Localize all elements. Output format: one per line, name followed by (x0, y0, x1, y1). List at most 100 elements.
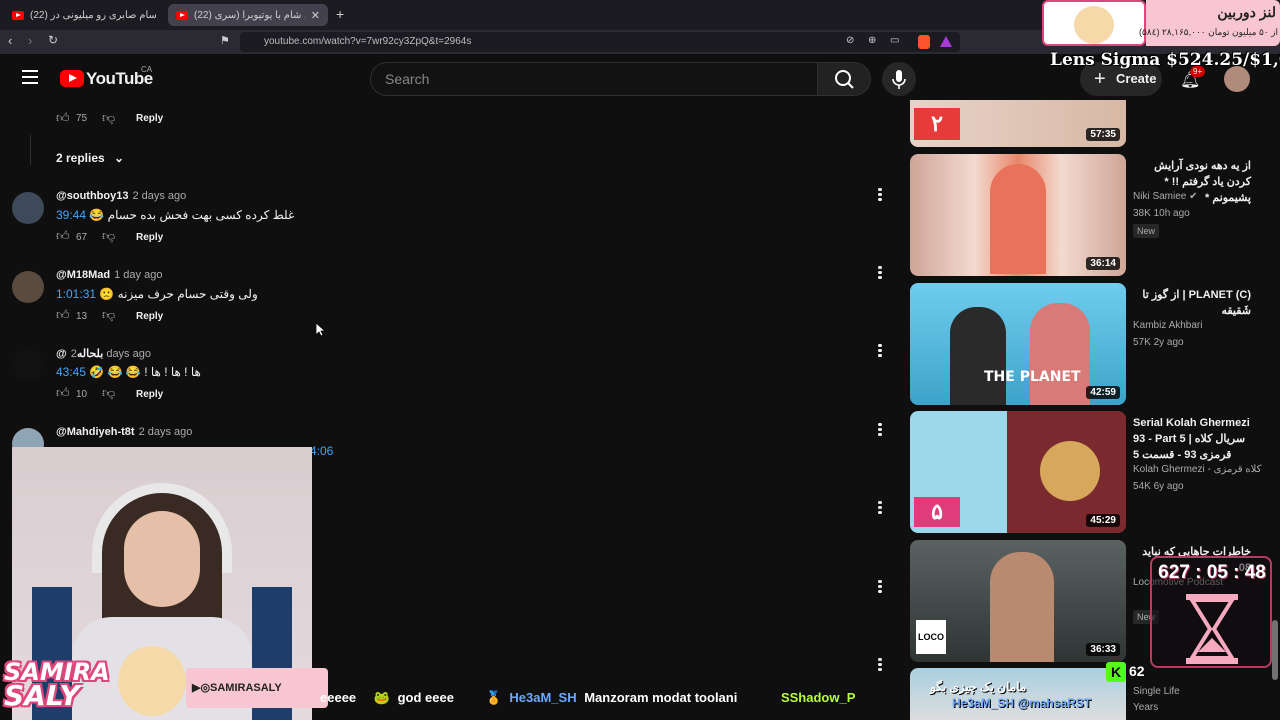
timestamp-link[interactable]: 43:45 (56, 365, 86, 379)
video-thumbnail[interactable]: LOCO 36:33 (910, 540, 1126, 662)
video-title[interactable]: Serial Kolah Ghermezi 93 - Part 5 | سریا… (1133, 415, 1251, 463)
social-handle: SAMIRASALY (210, 682, 282, 694)
video-duration: 36:14 (1086, 257, 1120, 270)
comment-age[interactable]: 1 day ago (114, 269, 162, 281)
reply-button[interactable]: Reply (136, 232, 163, 243)
dislike-icon[interactable]: 👎︎ (102, 385, 115, 401)
reply-button[interactable]: Reply (136, 113, 163, 124)
mascot-avatar (118, 646, 186, 716)
comment-author[interactable]: @بلحاله (56, 348, 103, 360)
thumbnail-figure (1030, 303, 1090, 405)
subathon-timer: 627 : 05 : 48 (1150, 556, 1272, 668)
video-card[interactable]: ۲ 57:35 (910, 100, 1270, 147)
avatar[interactable] (12, 349, 44, 381)
video-meta: 38K 10h ago (1133, 208, 1190, 219)
more-actions-icon[interactable] (874, 186, 886, 204)
video-meta: 54K 6y ago (1133, 481, 1184, 492)
comment-author[interactable]: @M18Mad (56, 269, 110, 281)
comment-age[interactable]: 2 days ago (132, 190, 186, 202)
more-actions-icon[interactable] (874, 656, 886, 674)
more-actions-icon[interactable] (874, 578, 886, 596)
scrollbar[interactable] (1272, 100, 1278, 720)
goal-progress-text: (۵۸٤) ۲۸,۱۶۵,۰۰۰ از ۵۰ میلیون تومان (1138, 27, 1278, 37)
dislike-icon[interactable]: 👎︎ (102, 307, 115, 323)
more-actions-icon[interactable] (874, 499, 886, 517)
zoom-icon[interactable]: ⊕ (868, 35, 876, 46)
comment-age[interactable]: 2 days ago (139, 426, 193, 438)
dislike-icon[interactable]: 👎︎ (102, 110, 115, 126)
like-icon[interactable]: 👍︎ (56, 110, 70, 126)
video-channel[interactable]: Single Life (1133, 686, 1180, 697)
search-icon (835, 70, 854, 89)
like-icon[interactable]: 👍︎ (56, 307, 70, 323)
brave-shield-icon[interactable] (918, 35, 930, 49)
mute-icon[interactable]: ⊘ (846, 35, 854, 46)
reply-button[interactable]: Reply (136, 389, 163, 400)
more-actions-icon[interactable] (874, 421, 886, 439)
comment-text: ولی وقتی حسام حرف میزنه 🙁 (99, 287, 258, 301)
video-thumbnail[interactable] (910, 668, 1126, 720)
search-input[interactable]: Search (370, 62, 818, 96)
video-duration: 42:59 (1086, 386, 1120, 399)
video-channel[interactable]: Niki Samiee ✔ (1133, 191, 1198, 202)
timestamp-link[interactable]: 4:06 (310, 444, 333, 458)
chevron-down-icon: ⌄ (114, 151, 125, 165)
bookmark-icon[interactable]: ⚑ (220, 34, 230, 47)
like-icon[interactable]: 👍︎ (56, 228, 70, 244)
video-thumbnail[interactable]: 36:14 (910, 154, 1126, 276)
comment-author[interactable]: @southboy13 (56, 190, 128, 202)
close-tab-icon[interactable]: ✕ (311, 9, 320, 22)
video-card[interactable]: 36:14 از یه دهه نودی آرایش کردن یاد گرفت… (910, 154, 1270, 276)
comment-author[interactable]: @Mahdiyeh-t8t (56, 426, 135, 438)
video-duration: 45:29 (1086, 514, 1120, 527)
replies-toggle-button[interactable]: 2 replies ⌄ (56, 151, 124, 165)
dislike-icon[interactable]: 👎︎ (102, 228, 115, 244)
reply-button[interactable]: Reply (136, 311, 163, 322)
avatar[interactable] (12, 192, 44, 224)
rewards-icon[interactable] (940, 36, 952, 47)
scrollbar-thumb[interactable] (1272, 620, 1278, 680)
menu-icon[interactable] (22, 70, 38, 84)
sigma-goal-text: Lens Sigma $524.25/$1,000 (1050, 50, 1280, 70)
thumbnail-number: ۲ (914, 108, 960, 140)
headphones-icon (92, 483, 232, 573)
more-actions-icon[interactable] (874, 342, 886, 360)
comment-actions: 👍︎ 75 👎︎ Reply (56, 110, 356, 130)
thumbnail-figure (950, 307, 1006, 405)
screen-icon[interactable]: ▭ (890, 35, 899, 46)
mascot-face (1074, 6, 1114, 44)
video-card[interactable]: ۵ 45:29 Serial Kolah Ghermezi 93 - Part … (910, 411, 1270, 533)
video-title[interactable]: PLANET (C) | از گوز تا شَقیقه (1133, 287, 1251, 319)
video-duration: 36:33 (1086, 643, 1120, 656)
video-thumbnail[interactable]: THE PLANET 42:59 (910, 283, 1126, 405)
video-card[interactable]: Single Life Years (910, 668, 1270, 720)
thread-line (30, 135, 31, 165)
like-count: 75 (76, 113, 88, 124)
search-button[interactable] (817, 62, 871, 96)
timestamp-link[interactable]: 39:44 (56, 208, 86, 222)
browser-tab[interactable]: (22) بیگرموگ سام صابری رو میلیونی در (4, 4, 164, 26)
region-code: CA (141, 65, 153, 74)
back-button[interactable]: ‹ (8, 33, 12, 48)
comment-text: غلط کرده کسی بهت فحش بده حسام 😂 (89, 208, 295, 222)
youtube-favicon-icon (12, 10, 24, 20)
video-thumbnail[interactable]: ۲ 57:35 (910, 100, 1126, 147)
forward-button[interactable]: › (28, 33, 32, 48)
browser-tab-active[interactable]: (22) بفرمایید شام با یوتیوبرا (سری ✕ (168, 4, 328, 26)
comment-text: ها ! ها ! ها ! 😂 😂 🤣 (89, 365, 201, 379)
video-channel[interactable]: Kambiz Akhbari (1133, 320, 1202, 331)
like-icon[interactable]: 👍︎ (56, 385, 70, 401)
thumbnail-figure (1040, 441, 1100, 501)
voice-search-button[interactable] (882, 62, 916, 96)
timestamp-link[interactable]: 1:01:31 (56, 287, 96, 301)
chat-overlay-text: مامان یک چیزی بگو (930, 680, 1027, 694)
youtube-logo-icon[interactable] (60, 70, 84, 87)
reload-button[interactable]: ↻ (48, 33, 58, 47)
new-tab-button[interactable]: + (336, 6, 344, 22)
video-channel[interactable]: Kolah Ghermezi - کلاه قرمزی (1133, 464, 1261, 475)
thumbnail-caption: THE PLANET (984, 369, 1081, 385)
avatar[interactable] (12, 271, 44, 303)
video-thumbnail[interactable]: ۵ 45:29 (910, 411, 1126, 533)
more-actions-icon[interactable] (874, 264, 886, 282)
video-card[interactable]: THE PLANET 42:59 PLANET (C) | از گوز تا … (910, 283, 1270, 405)
